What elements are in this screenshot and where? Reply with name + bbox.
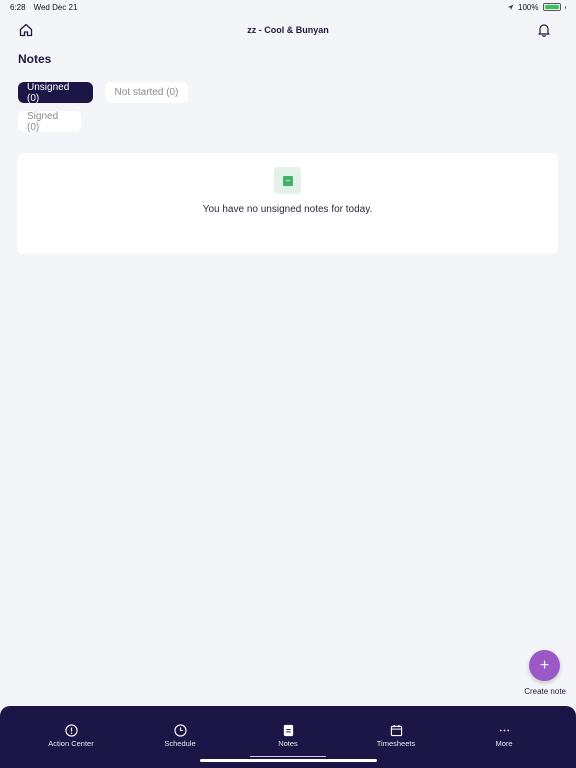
- alert-circle-icon: [64, 724, 78, 737]
- battery-level: [544, 5, 559, 9]
- filter-not-started[interactable]: Not started (0): [105, 82, 188, 103]
- note-icon: [282, 175, 293, 186]
- clock-icon: [173, 724, 187, 737]
- home-indicator[interactable]: [200, 759, 377, 762]
- status-time: 6:28: [10, 2, 26, 12]
- home-icon[interactable]: [18, 22, 34, 38]
- filter-signed[interactable]: Signed (0): [18, 111, 81, 133]
- notes-icon: [283, 724, 293, 737]
- nav-item-action-center[interactable]: Action Center: [31, 724, 111, 748]
- nav-item-timesheets[interactable]: Timesheets: [356, 724, 436, 748]
- nav-label-schedule: Schedule: [164, 739, 196, 748]
- nav-item-more[interactable]: More: [464, 724, 544, 748]
- calendar-icon: [390, 724, 402, 737]
- nav-item-notes[interactable]: Notes: [248, 724, 328, 748]
- more-icon: [499, 729, 509, 732]
- nav-label-notes: Notes: [278, 739, 298, 748]
- battery-tip: [564, 5, 566, 9]
- empty-state-icon-wrapper: [274, 167, 301, 194]
- status-date: Wed Dec 21: [33, 2, 78, 12]
- nav-label-more: More: [495, 739, 513, 748]
- bell-icon[interactable]: [536, 22, 552, 38]
- empty-state-card: You have no unsigned notes for today.: [17, 153, 558, 254]
- nav-item-schedule[interactable]: Schedule: [140, 724, 220, 748]
- battery-percentage: 100%: [518, 2, 539, 12]
- empty-state-message: You have no unsigned notes for today.: [202, 204, 373, 215]
- app-header: zz - Cool & Bunyan: [0, 18, 576, 42]
- status-bar: 6:28 Wed Dec 21 100%: [0, 0, 576, 14]
- page-title: Notes: [18, 52, 52, 66]
- filter-unsigned[interactable]: Unsigned (0): [18, 82, 93, 104]
- nav-label-timesheets: Timesheets: [376, 739, 416, 748]
- plus-icon: +: [539, 656, 550, 674]
- location-arrow-icon: [507, 4, 514, 10]
- active-tab-indicator: [250, 756, 326, 757]
- create-note-label[interactable]: Create note: [524, 687, 566, 696]
- header-title: zz - Cool & Bunyan: [247, 25, 329, 35]
- nav-label-action-center: Action Center: [48, 739, 94, 748]
- battery-icon: [542, 3, 561, 11]
- create-note-button[interactable]: +: [529, 650, 560, 681]
